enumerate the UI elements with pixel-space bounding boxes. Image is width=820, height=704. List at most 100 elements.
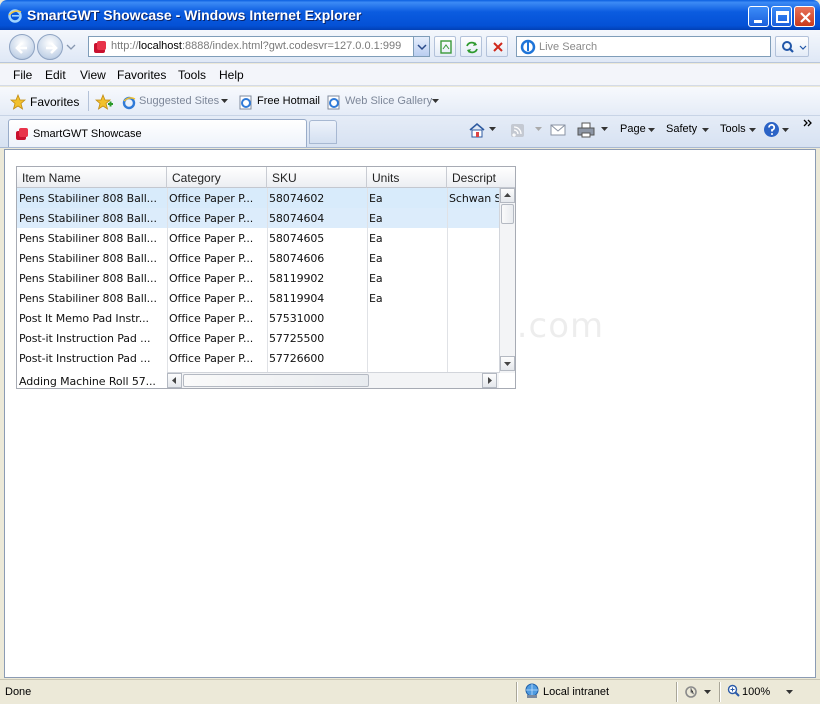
title-bar: SmartGWT Showcase - Windows Internet Exp… — [0, 0, 820, 30]
search-placeholder: Live Search — [539, 41, 598, 53]
chevron-down-icon[interactable] — [786, 690, 793, 695]
cell-category: Office Paper P... — [169, 212, 254, 225]
add-favorites-icon[interactable] — [95, 93, 113, 111]
chevron-down-icon[interactable] — [489, 127, 496, 132]
horizontal-scrollbar[interactable] — [167, 372, 499, 388]
horizontal-scroll-thumb[interactable] — [183, 374, 369, 387]
status-divider — [516, 682, 518, 702]
scroll-left-button[interactable] — [167, 373, 182, 388]
minimize-icon — [754, 20, 762, 23]
security-zone[interactable]: Local intranet — [543, 686, 609, 698]
chevron-down-icon — [417, 44, 427, 51]
chevron-down-icon[interactable] — [648, 128, 655, 133]
table-row[interactable]: Pens Stabiliner 808 Ball... Office Paper… — [17, 228, 499, 248]
close-icon — [800, 12, 811, 23]
table-row[interactable]: Pens Stabiliner 808 Ball... Office Paper… — [17, 268, 499, 288]
tab-smartgwt-showcase[interactable]: SmartGWT Showcase — [8, 119, 307, 147]
scroll-down-button[interactable] — [500, 356, 515, 371]
cell-description — [447, 308, 499, 328]
compatibility-view-button[interactable] — [434, 36, 456, 57]
home-icon[interactable] — [468, 122, 486, 138]
menu-bar: File Edit View Favorites Tools Help — [0, 64, 820, 86]
table-row[interactable]: Pens Stabiliner 808 Ball... Office Paper… — [17, 188, 499, 208]
favorites-button[interactable]: Favorites — [30, 95, 79, 109]
menu-view[interactable]: View — [80, 68, 106, 82]
menu-file[interactable]: File — [13, 68, 32, 82]
back-button[interactable] — [9, 34, 35, 60]
table-row[interactable]: Post-it Instruction Pad ... Office Paper… — [17, 328, 499, 348]
zoom-level[interactable]: 100% — [742, 686, 770, 698]
address-bar: http://localhost:8888/index.html?gwt.cod… — [0, 30, 820, 63]
window-title: SmartGWT Showcase - Windows Internet Exp… — [27, 7, 362, 23]
chevron-down-icon[interactable] — [221, 99, 228, 104]
feeds-icon[interactable] — [510, 123, 526, 138]
cell-sku: 57726600 — [269, 352, 325, 365]
chevron-down-icon[interactable] — [601, 127, 608, 132]
arrow-up-icon — [504, 193, 511, 197]
protected-mode-icon[interactable] — [683, 684, 701, 700]
cell-category: Office Paper P... — [169, 252, 254, 265]
forward-button[interactable] — [37, 34, 63, 60]
table-row[interactable]: Pens Stabiliner 808 Ball... Office Paper… — [17, 288, 499, 308]
grid-header: Item Name Category SKU Units Descript — [17, 167, 515, 188]
mail-icon[interactable] — [550, 124, 566, 137]
menu-help[interactable]: Help — [219, 68, 244, 82]
chevron-down-icon[interactable] — [749, 128, 756, 133]
vertical-scrollbar[interactable] — [499, 188, 515, 373]
stop-button[interactable] — [486, 36, 508, 57]
arrow-down-icon — [504, 362, 511, 366]
search-button[interactable] — [775, 36, 809, 57]
status-divider — [676, 682, 678, 702]
menu-tools[interactable]: Tools — [178, 68, 206, 82]
status-text: Done — [5, 686, 32, 698]
new-tab-button[interactable] — [309, 120, 337, 144]
minimize-button[interactable] — [748, 6, 769, 27]
zoom-icon[interactable] — [727, 684, 741, 698]
stop-icon — [493, 42, 503, 52]
web-slice-gallery-link[interactable]: Web Slice Gallery — [345, 95, 432, 107]
help-icon[interactable] — [763, 121, 780, 138]
page-menu-button[interactable]: Page — [620, 123, 646, 135]
free-hotmail-link[interactable]: Free Hotmail — [257, 95, 320, 107]
menu-edit[interactable]: Edit — [45, 68, 66, 82]
cell-description — [447, 208, 499, 228]
cell-description — [447, 288, 499, 308]
chevron-down-icon[interactable] — [782, 128, 789, 133]
column-header-description[interactable]: Descript — [447, 167, 515, 188]
refresh-button[interactable] — [460, 36, 482, 57]
scroll-up-button[interactable] — [500, 188, 515, 203]
scroll-right-button[interactable] — [482, 373, 497, 388]
suggested-sites-link[interactable]: Suggested Sites — [139, 95, 219, 107]
table-row[interactable]: Post It Memo Pad Instr... Office Paper P… — [17, 308, 499, 328]
close-window-button[interactable] — [794, 6, 815, 27]
column-header-sku[interactable]: SKU — [267, 167, 367, 188]
history-dropdown-icon[interactable] — [66, 43, 76, 51]
url-dropdown-button[interactable] — [413, 37, 429, 56]
safety-menu-button[interactable]: Safety — [666, 123, 697, 135]
search-input[interactable]: Live Search — [516, 36, 771, 57]
maximize-button[interactable] — [771, 6, 792, 27]
column-header-units[interactable]: Units — [367, 167, 447, 188]
frozen-row[interactable]: Adding Machine Roll 57... — [17, 371, 167, 388]
column-header-item-name[interactable]: Item Name — [17, 167, 167, 188]
address-field[interactable]: http://localhost:8888/index.html?gwt.cod… — [88, 36, 430, 57]
table-row[interactable]: Post-it Instruction Pad ... Office Paper… — [17, 348, 499, 368]
table-row[interactable]: Pens Stabiliner 808 Ball... Office Paper… — [17, 248, 499, 268]
table-row[interactable]: Pens Stabiliner 808 Ball... Office Paper… — [17, 208, 499, 228]
cell-description — [447, 228, 499, 248]
cell-sku: 58074602 — [269, 192, 325, 205]
chevron-down-icon[interactable] — [432, 99, 439, 104]
cell-item-name: Pens Stabiliner 808 Ball... — [19, 212, 157, 225]
cell-category: Office Paper P... — [169, 272, 254, 285]
cell-item-name: Pens Stabiliner 808 Ball... — [19, 192, 157, 205]
tools-menu-button[interactable]: Tools — [720, 123, 746, 135]
cell-units: Ea — [369, 272, 383, 285]
vertical-scroll-thumb[interactable] — [501, 204, 514, 224]
chevron-down-icon[interactable] — [702, 128, 709, 133]
print-icon[interactable] — [577, 122, 595, 138]
chevron-double-right-icon[interactable] — [803, 118, 813, 128]
menu-favorites[interactable]: Favorites — [117, 68, 166, 82]
chevron-down-icon[interactable] — [704, 690, 711, 695]
cell-sku: 57531000 — [269, 312, 325, 325]
column-header-category[interactable]: Category — [167, 167, 267, 188]
